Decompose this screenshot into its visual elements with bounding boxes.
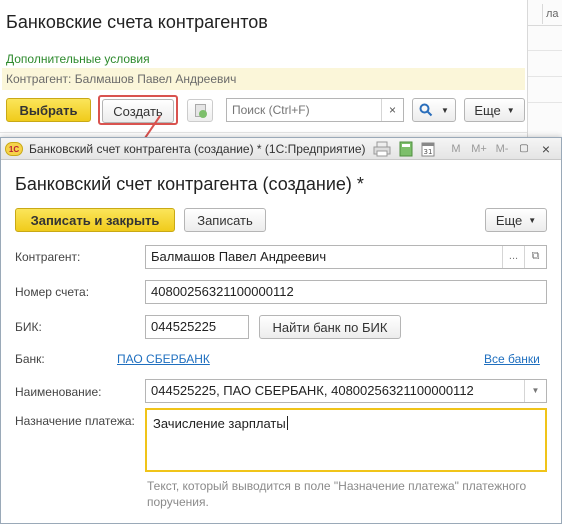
all-banks-link[interactable]: Все банки xyxy=(484,352,540,366)
calculator-icon[interactable] xyxy=(399,141,413,157)
close-icon[interactable]: × xyxy=(539,141,553,157)
text-caret xyxy=(286,416,288,430)
chevron-down-icon: ▼ xyxy=(506,105,515,115)
select-button[interactable]: Выбрать xyxy=(6,98,91,122)
dialog-titlebar: 1С Банковский счет контрагента (создание… xyxy=(1,138,561,160)
print-icon[interactable] xyxy=(373,141,391,157)
search-options-button[interactable]: ▼ xyxy=(412,98,456,122)
name-label: Наименование: xyxy=(15,385,102,399)
save-and-close-button[interactable]: Записать и закрыть xyxy=(15,208,175,232)
chevron-down-icon: ▼ xyxy=(531,386,540,395)
page-title: Банковские счета контрагентов xyxy=(6,12,268,32)
name-field[interactable]: 044525225, ПАО СБЕРБАНК, 408002563211000… xyxy=(145,379,547,403)
dialog-header: Банковский счет контрагента (создание) * xyxy=(15,174,364,194)
clear-search-button[interactable]: × xyxy=(381,99,403,121)
open-contractor-icon[interactable]: ⧉ xyxy=(524,246,546,268)
bik-field[interactable]: 044525225 xyxy=(145,315,249,339)
memory-button[interactable]: M xyxy=(449,141,463,157)
contractor-field[interactable]: Балмашов Павел Андреевич ... ⧉ xyxy=(145,245,547,269)
name-dropdown-button[interactable]: ▼ xyxy=(524,380,546,402)
search-input[interactable] xyxy=(227,99,377,121)
search-icon xyxy=(419,103,433,117)
contractor-label: Контрагент: xyxy=(15,250,81,264)
contractor-filter: Контрагент: Балмашов Павел Андреевич xyxy=(2,68,525,90)
chevron-down-icon: ▼ xyxy=(441,105,449,115)
additional-conditions-link[interactable]: Дополнительные условия xyxy=(6,52,150,66)
payment-purpose-label: Назначение платежа: xyxy=(15,414,135,428)
payment-purpose-textarea[interactable]: Зачисление зарплаты xyxy=(145,408,547,472)
payment-purpose-hint: Текст, который выводится в поле "Назначе… xyxy=(147,479,527,509)
bank-account-dialog: 1С Банковский счет контрагента (создание… xyxy=(0,137,562,524)
calendar-icon[interactable]: 31 xyxy=(421,141,435,157)
bik-label: БИК: xyxy=(15,320,42,334)
account-number-field[interactable]: 40800256321100000112 xyxy=(145,280,547,304)
search-field[interactable]: × xyxy=(226,98,404,122)
copy-button[interactable] xyxy=(187,99,213,122)
svg-text:31: 31 xyxy=(424,148,433,156)
bank-label: Банк: xyxy=(15,352,45,366)
memory-minus-button[interactable]: M- xyxy=(493,141,511,157)
find-bank-button[interactable]: Найти банк по БИК xyxy=(259,315,401,339)
account-number-label: Номер счета: xyxy=(15,285,90,299)
memory-plus-button[interactable]: M+ xyxy=(469,141,489,157)
chevron-down-icon: ▼ xyxy=(528,215,537,225)
app-logo-icon: 1С xyxy=(5,142,23,156)
restore-window-icon[interactable]: ▢ xyxy=(517,141,531,157)
bank-link[interactable]: ПАО СБЕРБАНК xyxy=(117,352,210,366)
window-title: Банковский счет контрагента (создание) *… xyxy=(29,142,366,156)
right-panel-strip: ла xyxy=(527,0,562,140)
dialog-more-button[interactable]: Еще ▼ xyxy=(485,208,547,232)
save-button[interactable]: Записать xyxy=(184,208,266,232)
select-contractor-button[interactable]: ... xyxy=(502,246,524,268)
right-tab-label[interactable]: ла xyxy=(546,8,559,20)
more-button[interactable]: Еще ▼ xyxy=(464,98,525,122)
